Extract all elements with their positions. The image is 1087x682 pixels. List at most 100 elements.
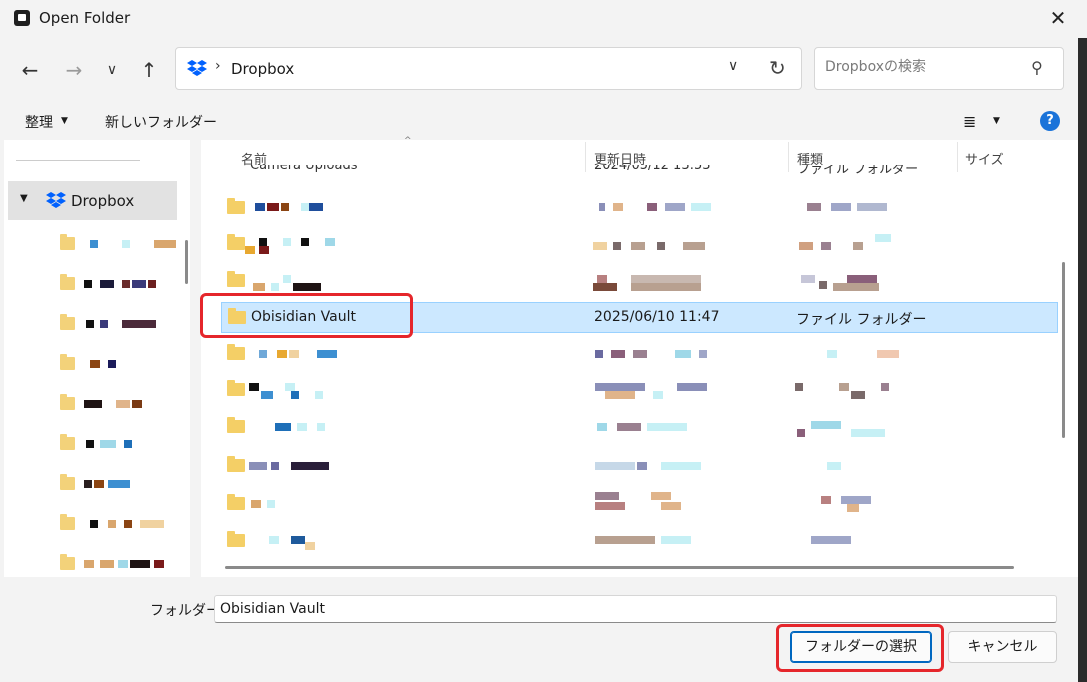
partial-file-row[interactable]: Camera Uploads 2024/05/12 13:53 ファイル フォル…	[224, 165, 1064, 177]
redacted-name	[281, 203, 289, 211]
cancel-button[interactable]: キャンセル	[948, 631, 1057, 663]
redacted-name	[259, 350, 267, 358]
redacted-label	[84, 280, 92, 288]
file-row[interactable]	[221, 488, 1058, 519]
help-icon[interactable]: ?	[1040, 111, 1060, 131]
redacted-type	[827, 350, 837, 358]
redacted-label	[108, 480, 130, 488]
redacted-date	[595, 492, 619, 500]
search-box[interactable]: ⚲	[814, 47, 1064, 90]
redacted-label	[130, 560, 150, 568]
folder-icon	[227, 531, 245, 547]
redacted-name	[269, 536, 279, 544]
redacted-label	[118, 560, 128, 568]
address-dropdown-button[interactable]: ∨	[728, 58, 738, 74]
redacted-name	[301, 238, 309, 246]
file-row[interactable]	[221, 450, 1058, 481]
redacted-date	[653, 391, 663, 399]
search-icon[interactable]: ⚲	[1031, 58, 1043, 77]
file-row[interactable]	[221, 265, 1058, 296]
file-type: ファイル フォルダー	[796, 312, 927, 328]
folder-field[interactable]	[214, 595, 1057, 623]
redacted-name	[325, 238, 335, 246]
redacted-date	[631, 283, 701, 291]
redacted-label	[100, 440, 116, 448]
redacted-label	[86, 440, 94, 448]
redacted-name	[293, 283, 321, 291]
file-row[interactable]	[221, 338, 1058, 369]
folder-icon	[227, 456, 245, 472]
redacted-name	[267, 500, 275, 508]
redacted-name	[253, 283, 265, 291]
nav-children	[0, 0, 190, 682]
file-row[interactable]	[221, 411, 1058, 442]
address-bar[interactable]: › Dropbox ∨ ↻	[175, 47, 802, 90]
redacted-date	[597, 275, 607, 283]
file-list-horizontal-scrollbar[interactable]	[225, 566, 1014, 569]
folder-icon[interactable]	[60, 234, 75, 250]
folder-icon[interactable]	[60, 514, 75, 530]
redacted-date	[657, 242, 665, 250]
file-name: Camera Uploads	[250, 165, 358, 173]
breadcrumb-dropbox[interactable]: Dropbox	[231, 60, 294, 78]
redacted-type	[841, 496, 871, 504]
folder-icon	[227, 198, 245, 214]
file-date: 2024/05/12 13:53	[594, 165, 711, 173]
redacted-name	[245, 246, 255, 254]
redacted-name	[283, 275, 291, 283]
folder-icon	[227, 494, 245, 510]
redacted-label	[154, 240, 176, 248]
folder-icon[interactable]	[60, 354, 75, 370]
redacted-date	[677, 383, 707, 391]
redacted-type	[877, 350, 899, 358]
redacted-label	[132, 400, 142, 408]
redacted-date	[665, 203, 685, 211]
redacted-type	[831, 203, 851, 211]
redacted-type	[847, 275, 877, 283]
refresh-button[interactable]: ↻	[769, 56, 786, 80]
search-input[interactable]	[823, 58, 1027, 76]
folder-icon[interactable]	[60, 394, 75, 410]
folder-icon[interactable]	[60, 274, 75, 290]
caret-down-icon[interactable]: ▼	[993, 116, 1000, 126]
redacted-type	[819, 281, 827, 289]
folder-input[interactable]	[218, 600, 1042, 618]
redacted-name	[259, 238, 267, 246]
redacted-type	[839, 383, 849, 391]
folder-icon[interactable]	[60, 554, 75, 570]
redacted-name	[251, 500, 261, 508]
redacted-name	[317, 350, 337, 358]
view-options-icon[interactable]: ≣	[963, 112, 976, 131]
redacted-name	[301, 203, 309, 211]
folder-icon[interactable]	[60, 314, 75, 330]
redacted-name	[291, 391, 299, 399]
redacted-date	[637, 462, 647, 470]
redacted-type	[811, 421, 841, 429]
file-list-vertical-scrollbar[interactable]	[1062, 262, 1065, 438]
redacted-label	[100, 560, 114, 568]
folder-icon[interactable]	[60, 434, 75, 450]
file-date: 2025/06/10 11:47	[594, 309, 720, 325]
redacted-date	[617, 423, 641, 431]
redacted-label	[108, 360, 116, 368]
breadcrumb-separator[interactable]: ›	[215, 58, 221, 74]
redacted-label	[124, 520, 132, 528]
redacted-date	[595, 502, 625, 510]
redacted-date	[595, 350, 603, 358]
highlight-annotation-button	[776, 624, 944, 672]
redacted-type	[811, 536, 851, 544]
redacted-label	[90, 240, 98, 248]
redacted-date	[647, 203, 657, 211]
folder-icon[interactable]	[60, 474, 75, 490]
redacted-name	[297, 423, 307, 431]
redacted-type	[795, 383, 803, 391]
file-row[interactable]	[221, 374, 1058, 405]
file-row[interactable]	[221, 228, 1058, 259]
redacted-name	[305, 542, 315, 550]
redacted-name	[291, 536, 305, 544]
redacted-label	[116, 400, 130, 408]
file-row[interactable]	[221, 192, 1058, 223]
redacted-date	[631, 275, 701, 283]
file-row[interactable]	[221, 525, 1058, 556]
close-button[interactable]: ✕	[1040, 4, 1076, 34]
